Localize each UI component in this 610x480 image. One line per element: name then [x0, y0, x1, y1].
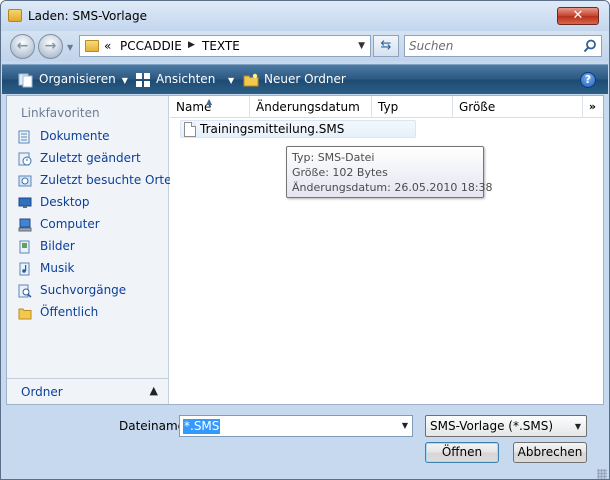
- column-headers: ▲ Name Änderungsdatum Typ Größe »: [170, 96, 603, 118]
- chevron-down-icon: ▼: [574, 422, 581, 431]
- search-input[interactable]: [409, 38, 579, 54]
- recent-pages-dropdown-icon[interactable]: ▼: [67, 43, 73, 52]
- views-dropdown-icon[interactable]: ▼: [222, 65, 234, 95]
- new-folder-icon: [243, 73, 259, 86]
- filename-field[interactable]: *.SMS ▼: [179, 415, 413, 437]
- searches-icon: [18, 284, 32, 298]
- title-bar: Laden: SMS-Vorlage ✕: [1, 1, 609, 31]
- nav-item-recent-places[interactable]: Zuletzt besuchte Orte: [16, 171, 172, 191]
- breadcrumb-segment-pccaddie[interactable]: PCCADDIE: [120, 39, 182, 53]
- column-header-type[interactable]: Typ: [372, 96, 453, 118]
- search-icon[interactable]: [583, 39, 597, 53]
- open-button[interactable]: Öffnen: [425, 442, 499, 463]
- back-button[interactable]: ←: [10, 34, 35, 59]
- column-header-name[interactable]: ▲ Name: [170, 96, 250, 118]
- refresh-button[interactable]: ⇆: [373, 35, 399, 57]
- tooltip-type: Typ: SMS-Datei: [292, 151, 375, 164]
- resize-grip[interactable]: [597, 469, 607, 479]
- nav-item-documents[interactable]: Dokumente: [16, 127, 166, 147]
- organize-button[interactable]: Organisieren ▼: [18, 65, 128, 95]
- views-icon: [136, 72, 150, 87]
- forward-button[interactable]: →: [38, 34, 63, 59]
- nav-item-public[interactable]: Öffentlich: [16, 303, 166, 323]
- computer-icon: [18, 218, 32, 232]
- address-bar: ← → ▼ « PCCADDIE ▶ TEXTE ▼ ⇆: [1, 31, 609, 61]
- nav-item-label: Dokumente: [40, 129, 110, 143]
- nav-item-searches[interactable]: Suchvorgänge: [16, 281, 166, 301]
- chevron-up-icon: ▲: [149, 384, 158, 397]
- nav-item-label: Öffentlich: [40, 305, 99, 319]
- folders-toggle[interactable]: Ordner ▲: [7, 378, 168, 404]
- folder-icon: [8, 9, 22, 22]
- recent-places-icon: [18, 175, 32, 187]
- search-box: [404, 35, 602, 57]
- open-file-dialog: Laden: SMS-Vorlage ✕ ← → ▼ « PCCADDIE ▶ …: [0, 0, 610, 480]
- file-info-tooltip: Typ: SMS-Datei Größe: 102 Bytes Änderung…: [286, 146, 493, 198]
- column-header-date-modified[interactable]: Änderungsdatum: [250, 96, 372, 118]
- file-type-value: SMS-Vorlage (*.SMS): [430, 419, 554, 433]
- chevron-down-icon: ▼: [121, 76, 128, 85]
- forward-arrow-icon: →: [44, 38, 57, 54]
- nav-item-recently-changed[interactable]: Zuletzt geändert: [16, 149, 166, 169]
- music-icon: [19, 262, 30, 276]
- filename-dropdown-icon[interactable]: ▼: [402, 421, 408, 430]
- address-dropdown-icon[interactable]: ▼: [358, 41, 365, 51]
- window-title: Laden: SMS-Vorlage: [28, 9, 147, 23]
- documents-icon: [18, 130, 30, 144]
- cancel-button[interactable]: Abbrechen: [513, 442, 587, 463]
- nav-item-label: Computer: [40, 217, 100, 231]
- new-folder-button[interactable]: Neuer Ordner: [243, 65, 346, 95]
- nav-item-desktop[interactable]: Desktop: [16, 193, 166, 213]
- favorite-links-heading: Linkfavoriten: [21, 106, 100, 120]
- tooltip-size: Größe: 102 Bytes: [292, 166, 388, 179]
- back-arrow-icon: ←: [16, 38, 29, 54]
- command-bar: Organisieren ▼ Ansichten ▼ Neuer Ordner ?: [2, 64, 608, 94]
- nav-item-computer[interactable]: Computer: [16, 215, 166, 235]
- tooltip-date: Änderungsdatum: 26.05.2010 18:38: [292, 181, 493, 194]
- navigation-pane: Linkfavoriten Dokumente Zuletzt geändert…: [7, 96, 172, 404]
- file-icon: [184, 122, 196, 137]
- column-header-size[interactable]: Größe: [453, 96, 583, 118]
- views-button[interactable]: Ansichten: [135, 65, 215, 95]
- nav-item-label: Suchvorgänge: [40, 283, 127, 297]
- file-list: ▲ Name Änderungsdatum Typ Größe » Traini…: [170, 96, 603, 404]
- file-type-select[interactable]: SMS-Vorlage (*.SMS) ▼: [425, 415, 587, 437]
- nav-item-label: Zuletzt geändert: [40, 151, 141, 165]
- chevron-right-icon[interactable]: ▶: [188, 40, 195, 50]
- dialog-footer: Dateiname: *.SMS ▼ SMS-Vorlage (*.SMS) ▼…: [1, 405, 609, 479]
- folders-label: Ordner: [21, 385, 63, 399]
- pictures-icon: [19, 240, 30, 254]
- recent-changed-icon: [18, 152, 32, 166]
- views-label: Ansichten: [156, 72, 216, 86]
- public-folder-icon: [18, 308, 32, 320]
- breadcrumb-overflow[interactable]: «: [104, 39, 111, 53]
- file-name: Trainingsmitteilung.SMS: [200, 122, 345, 136]
- nav-item-label: Desktop: [40, 195, 90, 209]
- close-button[interactable]: ✕: [557, 7, 599, 25]
- desktop-icon: [18, 197, 32, 208]
- help-icon[interactable]: ?: [580, 72, 596, 88]
- breadcrumb-segment-texte[interactable]: TEXTE: [202, 39, 240, 53]
- browser-area: Linkfavoriten Dokumente Zuletzt geändert…: [6, 95, 604, 405]
- breadcrumb[interactable]: « PCCADDIE ▶ TEXTE ▼: [79, 35, 371, 57]
- nav-item-label: Musik: [40, 261, 75, 275]
- refresh-icon: ⇆: [380, 38, 392, 53]
- file-row[interactable]: Trainingsmitteilung.SMS: [180, 120, 416, 138]
- organize-label: Organisieren: [39, 72, 116, 86]
- nav-item-label: Zuletzt besuchte Orte: [40, 173, 172, 187]
- more-columns-icon[interactable]: »: [589, 100, 596, 113]
- nav-item-label: Bilder: [40, 239, 75, 253]
- new-folder-label: Neuer Ordner: [264, 72, 346, 86]
- nav-item-music[interactable]: Musik: [16, 259, 166, 279]
- organize-icon: [18, 73, 33, 87]
- sort-ascending-icon: ▲: [206, 97, 213, 106]
- filename-value: *.SMS: [183, 419, 221, 434]
- nav-item-pictures[interactable]: Bilder: [16, 237, 166, 257]
- folder-icon: [85, 40, 99, 52]
